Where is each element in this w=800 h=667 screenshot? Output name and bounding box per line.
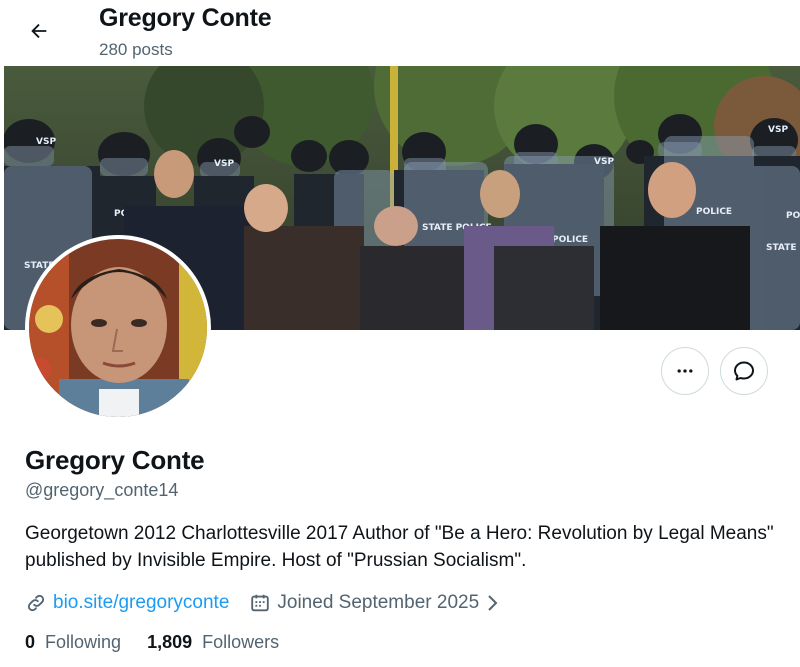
svg-text:POLICE: POLICE — [696, 207, 732, 217]
svg-text:VSP: VSP — [768, 125, 788, 135]
link-icon — [27, 594, 45, 612]
followers-link[interactable]: 1,809 Followers — [147, 632, 279, 653]
followers-label: Followers — [202, 632, 280, 652]
header-title: Gregory Conte — [99, 4, 272, 32]
profile-display-name: Gregory Conte — [25, 445, 205, 475]
svg-text:PO: PO — [786, 211, 800, 221]
svg-text:STATE: STATE — [766, 243, 796, 253]
message-bubble-icon — [734, 361, 754, 381]
more-options-button[interactable] — [661, 347, 709, 395]
profile-meta: bio.site/gregoryconte Joined September 2… — [25, 590, 525, 616]
profile-bio: Georgetown 2012 Charlottesville 2017 Aut… — [25, 523, 774, 571]
profile-joined[interactable]: Joined September 2025 — [249, 592, 505, 614]
avatar — [29, 239, 207, 417]
more-horizontal-icon — [677, 369, 693, 373]
arrow-left-icon — [31, 23, 47, 39]
svg-text:VSP: VSP — [214, 159, 234, 169]
post-count: 280 posts — [99, 40, 173, 59]
joined-date: Joined September 2025 — [277, 592, 480, 613]
profile-header-bar: Gregory Conte 280 posts — [0, 0, 800, 66]
following-count: 0 — [25, 632, 36, 652]
svg-text:VSP: VSP — [36, 137, 56, 147]
svg-text:POLICE: POLICE — [552, 235, 588, 245]
follow-stats: 0 Following 1,809 Followers — [25, 632, 305, 653]
chevron-right-icon — [488, 595, 498, 611]
following-link[interactable]: 0 Following — [25, 632, 121, 653]
svg-text:VSP: VSP — [594, 157, 614, 167]
profile-link-text[interactable]: bio.site/gregoryconte — [53, 592, 229, 614]
profile-avatar[interactable] — [25, 235, 211, 421]
calendar-icon — [251, 594, 270, 612]
followers-count: 1,809 — [147, 632, 193, 652]
following-label: Following — [45, 632, 122, 652]
profile-handle: @gregory_conte14 — [25, 480, 179, 500]
message-button[interactable] — [720, 347, 768, 395]
back-button[interactable] — [20, 12, 58, 50]
profile-link[interactable]: bio.site/gregoryconte — [25, 592, 229, 614]
